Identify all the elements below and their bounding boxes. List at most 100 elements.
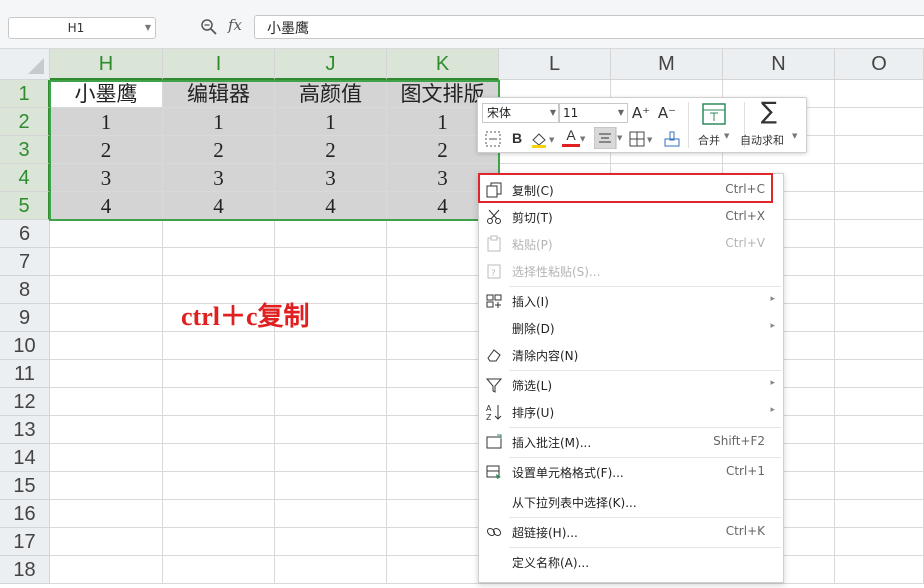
cell[interactable]: 3 bbox=[50, 164, 163, 192]
fx-button[interactable]: fx bbox=[228, 16, 242, 34]
column-header-l[interactable]: L bbox=[499, 49, 611, 80]
cell[interactable] bbox=[835, 276, 924, 304]
menu-item-insert[interactable]: 插入(I) ▸ bbox=[479, 288, 783, 314]
cell[interactable] bbox=[835, 444, 924, 472]
cell[interactable] bbox=[835, 416, 924, 444]
chevron-down-icon[interactable]: ▼ bbox=[580, 128, 585, 150]
cell[interactable] bbox=[835, 472, 924, 500]
sigma-icon[interactable]: ∑ bbox=[756, 99, 782, 123]
cell[interactable] bbox=[835, 80, 924, 108]
column-header-k[interactable]: K bbox=[387, 49, 499, 80]
cell[interactable] bbox=[275, 416, 387, 444]
cell[interactable]: 3 bbox=[275, 164, 387, 192]
cell[interactable] bbox=[835, 192, 924, 220]
column-header-o[interactable]: O bbox=[835, 49, 924, 80]
cell[interactable] bbox=[835, 108, 924, 136]
menu-item-clear-contents[interactable]: 清除内容(N) bbox=[479, 342, 783, 368]
row-header-16[interactable]: 16 bbox=[0, 500, 50, 528]
font-color-button[interactable]: A bbox=[562, 126, 580, 147]
menu-item-define-name[interactable]: 定义名称(A)... bbox=[479, 549, 783, 575]
cell[interactable] bbox=[275, 248, 387, 276]
merge-label[interactable]: 合并 bbox=[698, 132, 720, 148]
cell[interactable]: 1 bbox=[163, 108, 275, 136]
cell[interactable] bbox=[835, 164, 924, 192]
bold-button[interactable]: B bbox=[508, 127, 526, 149]
align-center-icon[interactable]: ▼ bbox=[594, 127, 624, 149]
fill-color-icon[interactable]: ▼ bbox=[530, 128, 556, 150]
cell[interactable]: 4 bbox=[50, 192, 163, 220]
cell[interactable] bbox=[163, 332, 275, 360]
font-size-select[interactable]: 11 ▼ bbox=[558, 103, 628, 123]
menu-item-format-cells[interactable]: 设置单元格格式(F)... Ctrl+1 bbox=[479, 459, 783, 485]
cell[interactable] bbox=[275, 556, 387, 584]
cell[interactable] bbox=[163, 360, 275, 388]
row-header-12[interactable]: 12 bbox=[0, 388, 50, 416]
cell[interactable] bbox=[163, 472, 275, 500]
cell[interactable] bbox=[275, 528, 387, 556]
cell[interactable] bbox=[835, 332, 924, 360]
borders-icon[interactable]: ▼ bbox=[628, 128, 656, 150]
wrap-text-icon[interactable] bbox=[484, 128, 502, 150]
row-header-1[interactable]: 1 bbox=[0, 80, 50, 108]
cell[interactable] bbox=[835, 220, 924, 248]
column-header-i[interactable]: I bbox=[163, 49, 275, 80]
cell[interactable]: 1 bbox=[50, 108, 163, 136]
cell[interactable] bbox=[163, 248, 275, 276]
cell[interactable] bbox=[50, 248, 163, 276]
cell[interactable]: 高颜值 bbox=[275, 80, 387, 108]
row-header-11[interactable]: 11 bbox=[0, 360, 50, 388]
grow-font-button[interactable]: A⁺ bbox=[630, 102, 652, 124]
cell[interactable]: 1 bbox=[275, 108, 387, 136]
cell[interactable] bbox=[50, 472, 163, 500]
zoom-icon[interactable] bbox=[200, 18, 218, 36]
menu-item-paste[interactable]: 粘贴(P) Ctrl+V bbox=[479, 231, 783, 257]
cell[interactable] bbox=[275, 220, 387, 248]
cell[interactable] bbox=[835, 528, 924, 556]
cell[interactable] bbox=[835, 388, 924, 416]
cell[interactable] bbox=[835, 136, 924, 164]
menu-item-filter[interactable]: 筛选(L) ▸ bbox=[479, 372, 783, 398]
cell[interactable]: 2 bbox=[163, 136, 275, 164]
cell[interactable]: 4 bbox=[163, 192, 275, 220]
row-header-13[interactable]: 13 bbox=[0, 416, 50, 444]
cell[interactable]: 3 bbox=[163, 164, 275, 192]
font-name-select[interactable]: 宋体 ▼ bbox=[482, 103, 560, 123]
cell[interactable] bbox=[835, 304, 924, 332]
row-header-18[interactable]: 18 bbox=[0, 556, 50, 584]
cell[interactable] bbox=[50, 360, 163, 388]
menu-item-pick-from-list[interactable]: 从下拉列表中选择(K)... bbox=[479, 489, 783, 515]
column-header-m[interactable]: M bbox=[611, 49, 723, 80]
cell[interactable]: 小墨鹰 bbox=[50, 80, 163, 108]
autosum-label[interactable]: 自动求和 bbox=[740, 132, 784, 148]
cell[interactable] bbox=[835, 500, 924, 528]
cell[interactable] bbox=[50, 444, 163, 472]
row-header-8[interactable]: 8 bbox=[0, 276, 50, 304]
cell[interactable] bbox=[50, 500, 163, 528]
cell[interactable] bbox=[163, 388, 275, 416]
menu-item-cut[interactable]: 剪切(T) Ctrl+X bbox=[479, 204, 783, 230]
cell[interactable] bbox=[275, 360, 387, 388]
column-header-n[interactable]: N bbox=[723, 49, 835, 80]
cell[interactable]: 2 bbox=[50, 136, 163, 164]
cell[interactable] bbox=[163, 220, 275, 248]
format-painter-icon[interactable] bbox=[662, 128, 682, 150]
cell[interactable] bbox=[50, 388, 163, 416]
cell[interactable] bbox=[275, 472, 387, 500]
row-header-3[interactable]: 3 bbox=[0, 136, 50, 164]
cell[interactable] bbox=[50, 528, 163, 556]
cell[interactable] bbox=[50, 304, 163, 332]
chevron-down-icon[interactable]: ▼ bbox=[145, 23, 151, 32]
cell[interactable] bbox=[163, 444, 275, 472]
cell[interactable]: 4 bbox=[275, 192, 387, 220]
menu-item-paste-special[interactable]: ? 选择性粘贴(S)... bbox=[479, 258, 783, 284]
cell[interactable] bbox=[275, 500, 387, 528]
row-header-6[interactable]: 6 bbox=[0, 220, 50, 248]
row-header-2[interactable]: 2 bbox=[0, 108, 50, 136]
chevron-down-icon[interactable]: ▼ bbox=[724, 132, 729, 140]
menu-item-insert-comment[interactable]: 插入批注(M)... Shift+F2 bbox=[479, 429, 783, 455]
cell[interactable] bbox=[50, 276, 163, 304]
cell[interactable] bbox=[163, 528, 275, 556]
shrink-font-button[interactable]: A⁻ bbox=[656, 102, 678, 124]
row-header-15[interactable]: 15 bbox=[0, 472, 50, 500]
column-header-h[interactable]: H bbox=[50, 49, 163, 80]
